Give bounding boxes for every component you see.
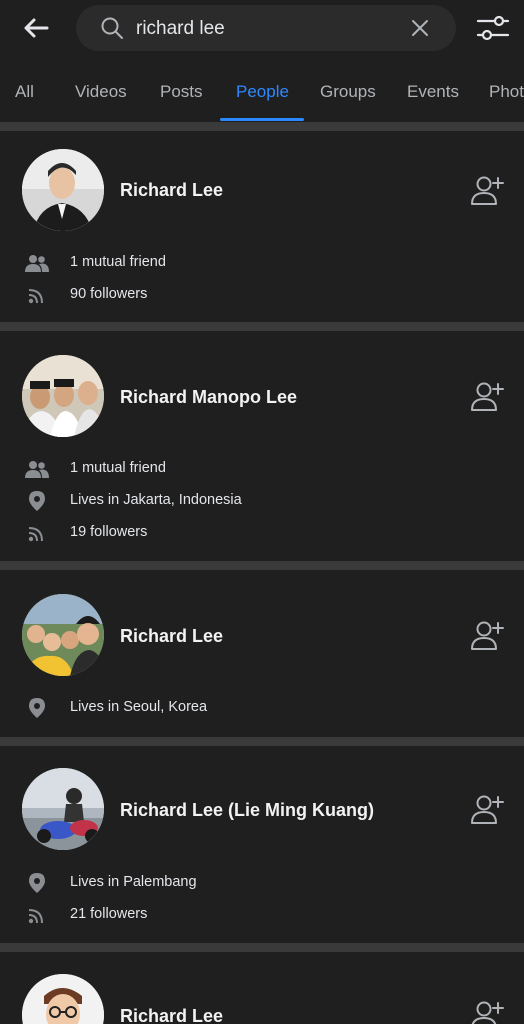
search-input[interactable] bbox=[134, 13, 408, 45]
add-friend-icon[interactable] bbox=[469, 998, 505, 1024]
location-pin-icon bbox=[29, 491, 45, 511]
filter-button[interactable] bbox=[475, 12, 511, 44]
person-result[interactable]: Richard Lee (Lie Ming Kuang) Lives in Pa… bbox=[0, 746, 524, 943]
mutual-friends-icon bbox=[25, 461, 49, 478]
tab-videos[interactable]: Videos bbox=[75, 82, 127, 102]
detail-text: Lives in Jakarta, Indonesia bbox=[70, 492, 242, 508]
person-name[interactable]: Richard Lee bbox=[120, 180, 223, 201]
filter-sliders-icon bbox=[476, 15, 510, 41]
detail-text: 21 followers bbox=[70, 906, 148, 922]
top-bar bbox=[0, 0, 524, 56]
back-button[interactable] bbox=[18, 12, 54, 44]
avatar[interactable] bbox=[22, 768, 104, 850]
detail-text: Lives in Seoul, Korea bbox=[70, 699, 208, 715]
avatar[interactable] bbox=[22, 594, 104, 676]
detail-text: 19 followers bbox=[70, 524, 148, 540]
tab-events[interactable]: Events bbox=[407, 82, 459, 102]
detail-text: Lives in Palembang bbox=[70, 874, 197, 890]
followers-icon bbox=[28, 909, 43, 924]
active-tab-indicator bbox=[220, 118, 304, 121]
back-arrow-icon bbox=[24, 18, 49, 38]
search-box[interactable] bbox=[76, 5, 456, 51]
tab-groups[interactable]: Groups bbox=[320, 82, 376, 102]
detail-text: 90 followers bbox=[70, 286, 148, 302]
divider bbox=[0, 943, 524, 952]
search-icon bbox=[101, 17, 123, 39]
person-result[interactable]: Richard Manopo Lee 1 mutual friend Lives… bbox=[0, 331, 524, 561]
add-friend-icon[interactable] bbox=[469, 379, 505, 413]
person-result[interactable]: Richard Lee 1 mutual friend 90 followers bbox=[0, 131, 524, 322]
divider bbox=[0, 737, 524, 746]
person-result[interactable]: Richard Lee bbox=[0, 952, 524, 1024]
detail-text: 1 mutual friend bbox=[70, 254, 166, 270]
followers-icon bbox=[28, 527, 43, 542]
tab-all[interactable]: All bbox=[15, 82, 34, 102]
avatar[interactable] bbox=[22, 974, 104, 1024]
location-pin-icon bbox=[29, 698, 45, 718]
detail-text: 1 mutual friend bbox=[70, 460, 166, 476]
person-name[interactable]: Richard Manopo Lee bbox=[120, 387, 297, 408]
divider bbox=[0, 322, 524, 331]
mutual-friends-icon bbox=[25, 255, 49, 272]
search-filter-tabs: All Videos Posts People Groups Events Ph… bbox=[0, 70, 524, 122]
followers-icon bbox=[28, 289, 43, 304]
avatar[interactable] bbox=[22, 149, 104, 231]
person-name[interactable]: Richard Lee bbox=[120, 626, 223, 647]
add-friend-icon[interactable] bbox=[469, 618, 505, 652]
clear-search-icon[interactable] bbox=[408, 16, 432, 40]
person-name[interactable]: Richard Lee bbox=[120, 1006, 223, 1024]
tab-posts[interactable]: Posts bbox=[160, 82, 203, 102]
tab-photos[interactable]: Phot bbox=[489, 82, 524, 102]
location-pin-icon bbox=[29, 873, 45, 893]
divider bbox=[0, 122, 524, 131]
add-friend-icon[interactable] bbox=[469, 792, 505, 826]
person-name[interactable]: Richard Lee (Lie Ming Kuang) bbox=[120, 800, 374, 821]
person-result[interactable]: Richard Lee Lives in Seoul, Korea bbox=[0, 570, 524, 737]
divider bbox=[0, 561, 524, 570]
add-friend-icon[interactable] bbox=[469, 173, 505, 207]
tab-people[interactable]: People bbox=[236, 82, 289, 102]
avatar[interactable] bbox=[22, 355, 104, 437]
